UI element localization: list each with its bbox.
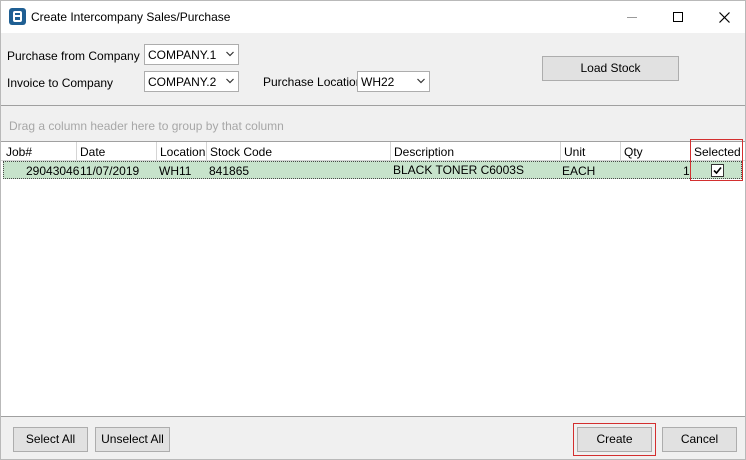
chevron-down-icon xyxy=(417,78,425,84)
stock-grid: Job# Date Location Stock Code Descriptio… xyxy=(1,139,745,417)
column-header-date[interactable]: Date xyxy=(77,142,157,161)
maximize-button[interactable] xyxy=(655,1,701,33)
footer-bar: Select All Unselect All Create Cancel xyxy=(1,417,745,459)
dialog-window: Create Intercompany Sales/Purchase Purch… xyxy=(0,0,746,460)
cancel-button[interactable]: Cancel xyxy=(662,427,737,452)
column-header-job[interactable]: Job# xyxy=(3,142,77,161)
close-button[interactable] xyxy=(701,1,746,33)
cell-qty: 1 xyxy=(683,164,690,178)
form-panel: Purchase from Company COMPANY.1 Invoice … xyxy=(1,33,745,105)
column-header-description[interactable]: Description xyxy=(391,142,561,161)
minimize-button[interactable] xyxy=(609,1,655,33)
column-header-location[interactable]: Location xyxy=(157,142,207,161)
group-by-panel[interactable]: Drag a column header here to group by th… xyxy=(1,105,745,141)
create-button-highlight xyxy=(573,423,656,456)
chevron-down-icon xyxy=(226,51,234,57)
cell-unit: EACH xyxy=(562,164,596,178)
title-bar: Create Intercompany Sales/Purchase xyxy=(1,1,745,33)
chevron-down-icon xyxy=(226,78,234,84)
invoice-to-label: Invoice to Company xyxy=(7,76,114,90)
load-stock-button[interactable]: Load Stock xyxy=(542,56,679,81)
purchase-location-label: Purchase Location xyxy=(263,75,363,89)
close-icon xyxy=(718,11,730,23)
column-header-qty[interactable]: Qty xyxy=(621,142,691,161)
cell-location: WH11 xyxy=(159,164,192,178)
column-header-unit[interactable]: Unit xyxy=(561,142,621,161)
window-title: Create Intercompany Sales/Purchase xyxy=(31,10,231,24)
app-icon xyxy=(9,8,26,25)
cell-date: 11/07/2019 xyxy=(80,164,140,178)
cell-job: 29043046 xyxy=(26,164,80,178)
minimize-icon xyxy=(627,16,637,18)
invoice-to-value: COMPANY.2 xyxy=(148,75,217,89)
purchase-from-label: Purchase from Company xyxy=(7,49,140,63)
grid-header: Job# Date Location Stock Code Descriptio… xyxy=(1,142,745,161)
purchase-from-select[interactable]: COMPANY.1 xyxy=(144,44,239,65)
table-row[interactable]: 29043046 11/07/2019 WH11 841865 BLACK TO… xyxy=(3,161,742,179)
purchase-location-value: WH22 xyxy=(361,75,395,89)
unselect-all-button[interactable]: Unselect All xyxy=(95,427,170,452)
column-header-stock-code[interactable]: Stock Code xyxy=(207,142,391,161)
select-all-button[interactable]: Select All xyxy=(13,427,88,452)
invoice-to-select[interactable]: COMPANY.2 xyxy=(144,71,239,92)
purchase-location-select[interactable]: WH22 xyxy=(357,71,430,92)
maximize-icon xyxy=(673,12,683,22)
cell-description: BLACK TONER C6003S xyxy=(393,163,524,177)
cell-stock-code: 841865 xyxy=(209,164,250,178)
purchase-from-value: COMPANY.1 xyxy=(148,48,217,62)
selected-column-highlight xyxy=(690,139,743,181)
group-by-hint: Drag a column header here to group by th… xyxy=(9,119,284,133)
